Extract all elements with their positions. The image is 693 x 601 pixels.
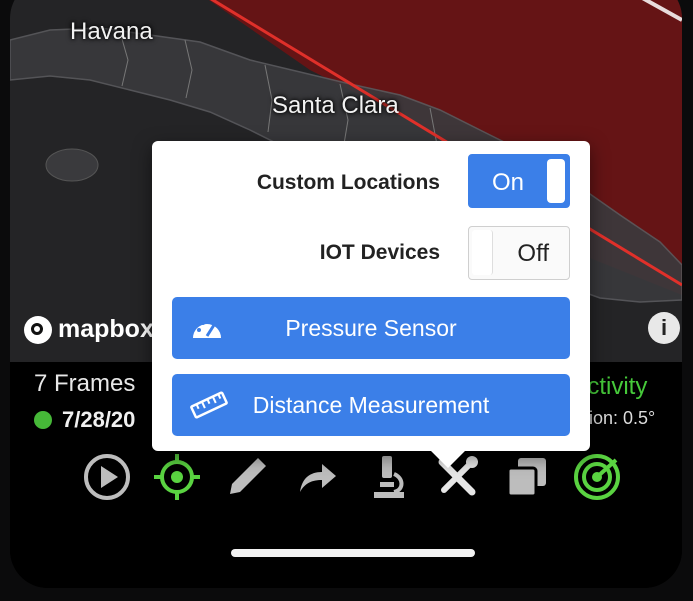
info-icon[interactable]: i (648, 312, 680, 344)
custom-locations-label: Custom Locations (256, 171, 440, 194)
radar-icon (574, 454, 620, 500)
iot-devices-label: IOT Devices (319, 241, 440, 264)
toggle-knob (472, 230, 493, 275)
city-label-santa-clara: Santa Clara (272, 92, 399, 119)
frame-date-row: 7/28/20 (34, 407, 135, 433)
share-button[interactable] (290, 450, 344, 504)
custom-locations-toggle-text: On (492, 169, 525, 196)
tools-popover: Custom Locations On IOT Devices Off Pres… (152, 141, 590, 468)
play-button[interactable] (80, 450, 134, 504)
locate-button[interactable] (150, 450, 204, 504)
custom-locations-toggle[interactable]: On (468, 154, 570, 208)
share-icon (300, 464, 336, 492)
draw-button[interactable] (220, 450, 274, 504)
layers-icon (506, 458, 546, 498)
layers-button[interactable] (500, 450, 554, 504)
crosshair-icon (154, 454, 200, 500)
distance-measurement-label: Distance Measurement (252, 392, 490, 418)
frame-date: 7/28/20 (62, 407, 136, 432)
frames-count: 7 Frames (34, 370, 136, 397)
city-label-havana: Havana (70, 18, 153, 45)
small-island (45, 148, 99, 182)
mapbox-wordmark: mapbox (58, 315, 154, 343)
iot-devices-toggle-text: Off (517, 240, 549, 267)
radar-button[interactable] (570, 450, 624, 504)
toggle-knob (547, 159, 565, 203)
iot-devices-toggle[interactable]: Off (468, 226, 570, 280)
pressure-sensor-button[interactable]: Pressure Sensor (172, 297, 570, 359)
microscope-icon (374, 456, 404, 498)
distance-measurement-button[interactable]: Distance Measurement (172, 374, 570, 436)
home-indicator[interactable] (231, 549, 475, 557)
pencil-icon (230, 458, 266, 494)
status-dot-icon (34, 411, 52, 429)
play-icon (84, 454, 130, 500)
inspect-button[interactable] (360, 450, 414, 504)
mapbox-logo[interactable]: mapbox (24, 315, 154, 344)
mapbox-mark-icon (24, 315, 52, 344)
pressure-sensor-label: Pressure Sensor (285, 315, 457, 341)
bottom-toolbar (80, 450, 624, 504)
